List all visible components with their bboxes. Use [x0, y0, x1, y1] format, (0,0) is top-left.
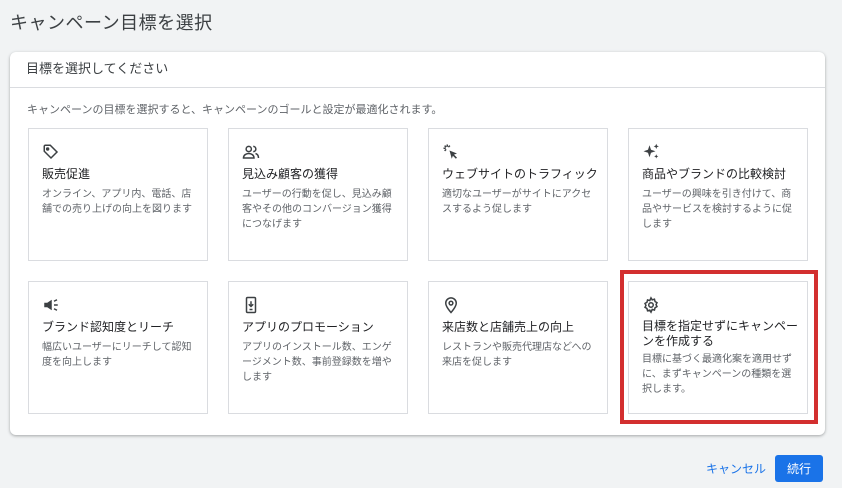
panel-description: キャンペーンの目標を選択すると、キャンペーンのゴールと設定が最適化されます。	[27, 103, 443, 116]
goal-selection-panel: 目標を選択してください キャンペーンの目標を選択すると、キャンペーンのゴールと設…	[10, 52, 825, 435]
panel-header: 目標を選択してください	[10, 52, 825, 88]
goal-card-sales[interactable]: 販売促進 オンライン、アプリ内、電話、店舗での売り上げの向上を図ります	[28, 128, 208, 261]
cursor-click-icon	[442, 143, 460, 161]
goal-card-description: 幅広いユーザーにリーチして認知度を向上します	[42, 342, 192, 368]
sparkle-icon	[642, 143, 660, 161]
goal-card-title: 販売促進	[42, 167, 91, 181]
cancel-button[interactable]: キャンセル	[700, 455, 772, 481]
goal-card-description: アプリのインストール数、エンゲージメント数、事前登録数を増やします	[242, 342, 392, 383]
location-pin-icon	[442, 296, 460, 314]
goal-card-app-promotion[interactable]: アプリのプロモーション アプリのインストール数、エンゲージメント数、事前登録数を…	[228, 281, 408, 414]
goal-card-title: ウェブサイトのトラフィック	[442, 167, 598, 181]
page-title: キャンペーン目標を選択	[10, 13, 213, 34]
goal-card-description: 適切なユーザーがサイトにアクセスするよう促します	[442, 189, 592, 215]
goal-card-website-traffic[interactable]: ウェブサイトのトラフィック 適切なユーザーがサイトにアクセスするよう促します	[428, 128, 608, 261]
goal-card-title: 目標を指定せずにキャンペーンを作成する	[642, 319, 799, 348]
goal-card-title: ブランド認知度とリーチ	[42, 320, 175, 334]
continue-button[interactable]: 続行	[775, 455, 823, 482]
goal-card-no-goal[interactable]: 目標を指定せずにキャンペーンを作成する 目標に基づく最適化案を適用せずに、まずキ…	[628, 281, 808, 414]
goal-card-title: 来店数と店舗売上の向上	[442, 320, 575, 334]
gear-icon	[642, 296, 660, 314]
goal-card-brand-awareness[interactable]: ブランド認知度とリーチ 幅広いユーザーにリーチして認知度を向上します	[28, 281, 208, 414]
goal-card-leads[interactable]: 見込み顧客の獲得 ユーザーの行動を促し、見込み顧客やその他のコンバージョン獲得に…	[228, 128, 408, 261]
goal-card-local-store-visits[interactable]: 来店数と店舗売上の向上 レストランや販売代理店などへの来店を促します	[428, 281, 608, 414]
goal-card-description: ユーザーの行動を促し、見込み顧客やその他のコンバージョン獲得につなげます	[242, 189, 392, 230]
goal-card-description: オンライン、アプリ内、電話、店舗での売り上げの向上を図ります	[42, 189, 192, 215]
goal-card-description: レストランや販売代理店などへの来店を促します	[442, 342, 592, 368]
goal-card-title: 見込み顧客の獲得	[242, 167, 339, 181]
goal-card-description: ユーザーの興味を引き付けて、商品やサービスを検討するように促します	[642, 189, 792, 230]
goal-card-title: アプリのプロモーション	[242, 320, 374, 334]
people-icon	[242, 143, 260, 161]
goal-card-consideration[interactable]: 商品やブランドの比較検討 ユーザーの興味を引き付けて、商品やサービスを検討するよ…	[628, 128, 808, 261]
goal-card-description: 目標に基づく最適化案を適用せずに、まずキャンペーンの種類を選択します。	[642, 354, 792, 395]
tag-icon	[42, 143, 60, 161]
megaphone-icon	[42, 296, 60, 314]
goal-card-title: 商品やブランドの比較検討	[642, 167, 787, 181]
phone-download-icon	[242, 296, 260, 314]
